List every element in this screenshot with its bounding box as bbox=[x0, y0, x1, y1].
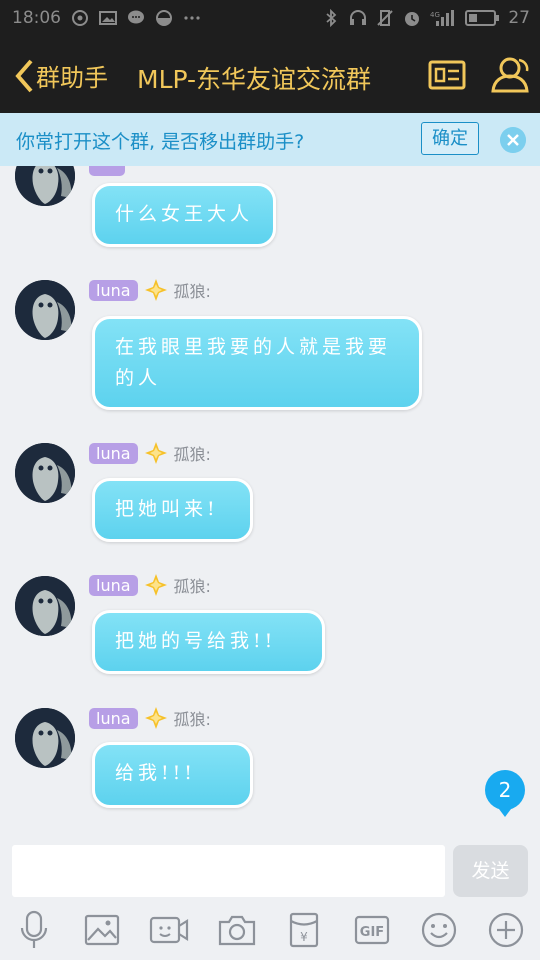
app-notification-icon bbox=[72, 10, 88, 26]
video-camera-icon bbox=[149, 916, 189, 944]
confirm-button[interactable]: 确定 bbox=[421, 122, 479, 155]
group-members-icon[interactable] bbox=[488, 54, 532, 94]
chat-header: 群助手 MLP-东华友谊交流群 bbox=[0, 38, 540, 113]
bluetooth-icon bbox=[326, 9, 337, 27]
image-icon bbox=[84, 914, 120, 946]
camera-icon bbox=[218, 915, 256, 946]
message-bubble[interactable]: 在我眼里我要的人就是我要 的人 bbox=[92, 316, 422, 410]
owl-avatar-icon bbox=[15, 280, 75, 340]
owl-avatar-icon bbox=[15, 166, 75, 206]
red-packet-icon: ¥ bbox=[289, 912, 319, 948]
vibrate-off-icon bbox=[377, 10, 394, 26]
message-sender bbox=[89, 166, 125, 176]
owl-avatar-icon bbox=[15, 576, 75, 636]
close-icon[interactable] bbox=[500, 127, 526, 153]
plus-icon bbox=[488, 912, 524, 948]
send-button[interactable]: 发送 bbox=[453, 845, 528, 897]
banner-text: 你常打开这个群, 是否移出群助手? bbox=[16, 131, 305, 153]
gif-button[interactable]: GIF bbox=[352, 910, 392, 950]
diamond-badge-icon bbox=[144, 574, 167, 596]
member-tag: luna bbox=[89, 279, 138, 301]
message-bubble[interactable]: 把她的号给我!! bbox=[92, 610, 325, 674]
group-profile-card-icon[interactable] bbox=[428, 60, 466, 90]
message-bubble[interactable]: 给我!!! bbox=[92, 742, 253, 808]
message-line: 的人 bbox=[115, 367, 162, 389]
alarm-icon bbox=[405, 12, 420, 26]
red-packet-symbol: ¥ bbox=[300, 930, 308, 944]
camera-button[interactable] bbox=[217, 910, 257, 950]
battery-icon bbox=[465, 10, 500, 26]
member-tag bbox=[89, 166, 125, 176]
owl-avatar-icon bbox=[15, 443, 75, 503]
diamond-badge-icon bbox=[144, 442, 167, 464]
avatar[interactable] bbox=[15, 576, 75, 636]
avatar[interactable] bbox=[15, 166, 75, 206]
chat-notification-icon bbox=[128, 10, 144, 24]
message-bubble[interactable]: 把她叫来! bbox=[92, 478, 253, 542]
signal-icon: 4G bbox=[430, 10, 455, 26]
back-label: 群助手 bbox=[36, 64, 108, 92]
sender-nickname: 孤狼: bbox=[173, 445, 211, 464]
data-saver-icon bbox=[156, 10, 172, 26]
message-sender: luna 孤狼: bbox=[89, 442, 211, 464]
gif-label: GIF bbox=[360, 925, 384, 940]
owl-avatar-icon bbox=[15, 708, 75, 768]
unread-count-badge[interactable]: 2 bbox=[485, 770, 525, 817]
avatar[interactable] bbox=[15, 443, 75, 503]
member-tag: luna bbox=[89, 574, 138, 596]
diamond-badge-icon bbox=[144, 707, 167, 729]
avatar[interactable] bbox=[15, 280, 75, 340]
more-button[interactable] bbox=[486, 910, 526, 950]
svg-text:4G: 4G bbox=[430, 11, 440, 19]
status-time: 18:06 bbox=[12, 8, 61, 28]
video-call-button[interactable] bbox=[149, 910, 189, 950]
message-sender: luna 孤狼: bbox=[89, 574, 211, 596]
image-button[interactable] bbox=[82, 910, 122, 950]
message-bubble[interactable]: 什么女王大人 bbox=[92, 183, 276, 247]
chevron-left-icon bbox=[15, 59, 33, 92]
message-sender: luna 孤狼: bbox=[89, 279, 211, 301]
microphone-icon bbox=[20, 910, 48, 948]
message-sender: luna 孤狼: bbox=[89, 707, 211, 729]
voice-button[interactable] bbox=[14, 910, 54, 950]
status-bar: 18:06 4G 27 bbox=[0, 0, 540, 38]
smiley-icon bbox=[421, 912, 457, 948]
battery-level: 27 bbox=[508, 8, 530, 28]
avatar[interactable] bbox=[15, 708, 75, 768]
assistant-prompt-banner: 你常打开这个群, 是否移出群助手? 确定 bbox=[0, 113, 540, 166]
back-button[interactable]: 群助手 bbox=[14, 58, 108, 93]
more-notifications-icon bbox=[184, 16, 200, 20]
emoji-button[interactable] bbox=[419, 910, 459, 950]
message-line: 在我眼里我要的人就是我要 bbox=[115, 336, 392, 358]
message-input[interactable] bbox=[12, 845, 445, 897]
input-bar: 发送 ¥ GIF bbox=[0, 830, 540, 960]
gif-icon: GIF bbox=[354, 915, 390, 945]
headphones-icon bbox=[350, 10, 367, 25]
red-packet-button[interactable]: ¥ bbox=[284, 910, 324, 950]
member-tag: luna bbox=[89, 442, 138, 464]
member-tag: luna bbox=[89, 707, 138, 729]
group-title: MLP-东华友谊交流群 bbox=[137, 65, 372, 94]
message-list[interactable]: 什么女王大人 luna 孤狼: 在我眼里我要的人就是我要 的人 luna 孤狼:… bbox=[0, 166, 540, 830]
image-notification-icon bbox=[99, 11, 117, 25]
diamond-badge-icon bbox=[144, 279, 167, 301]
sender-nickname: 孤狼: bbox=[173, 577, 211, 596]
sender-nickname: 孤狼: bbox=[173, 710, 211, 729]
sender-nickname: 孤狼: bbox=[173, 282, 211, 301]
